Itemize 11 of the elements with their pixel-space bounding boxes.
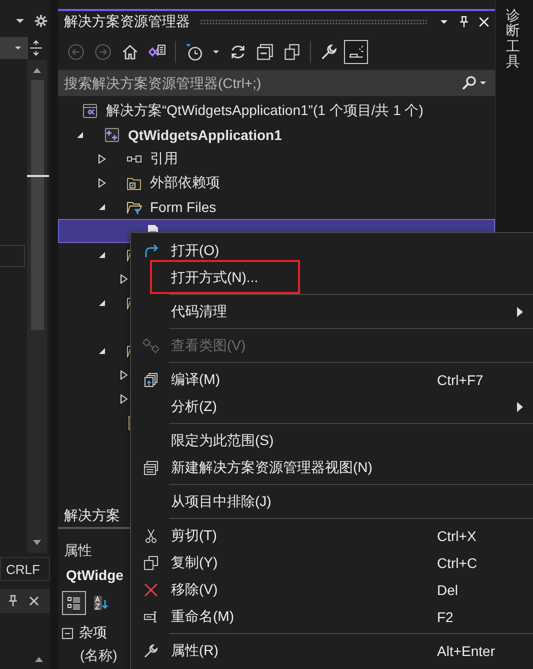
panel-title: 属性 [63, 541, 92, 560]
property-name: (名称) [79, 646, 118, 665]
panel-title: 解决方案资源管理器 [64, 13, 190, 31]
shortcut-label: Del [437, 582, 460, 598]
shortcut-label: Alt+Enter [437, 642, 496, 658]
shortcut-label: Ctrl+X [437, 528, 478, 544]
shortcut-label: Ctrl+F7 [437, 372, 484, 388]
category-label: 杂项 [79, 624, 107, 642]
shortcut-label: F2 [437, 608, 454, 624]
shortcut-label: Ctrl+C [437, 554, 478, 570]
object-name: QtWidge [65, 566, 124, 585]
